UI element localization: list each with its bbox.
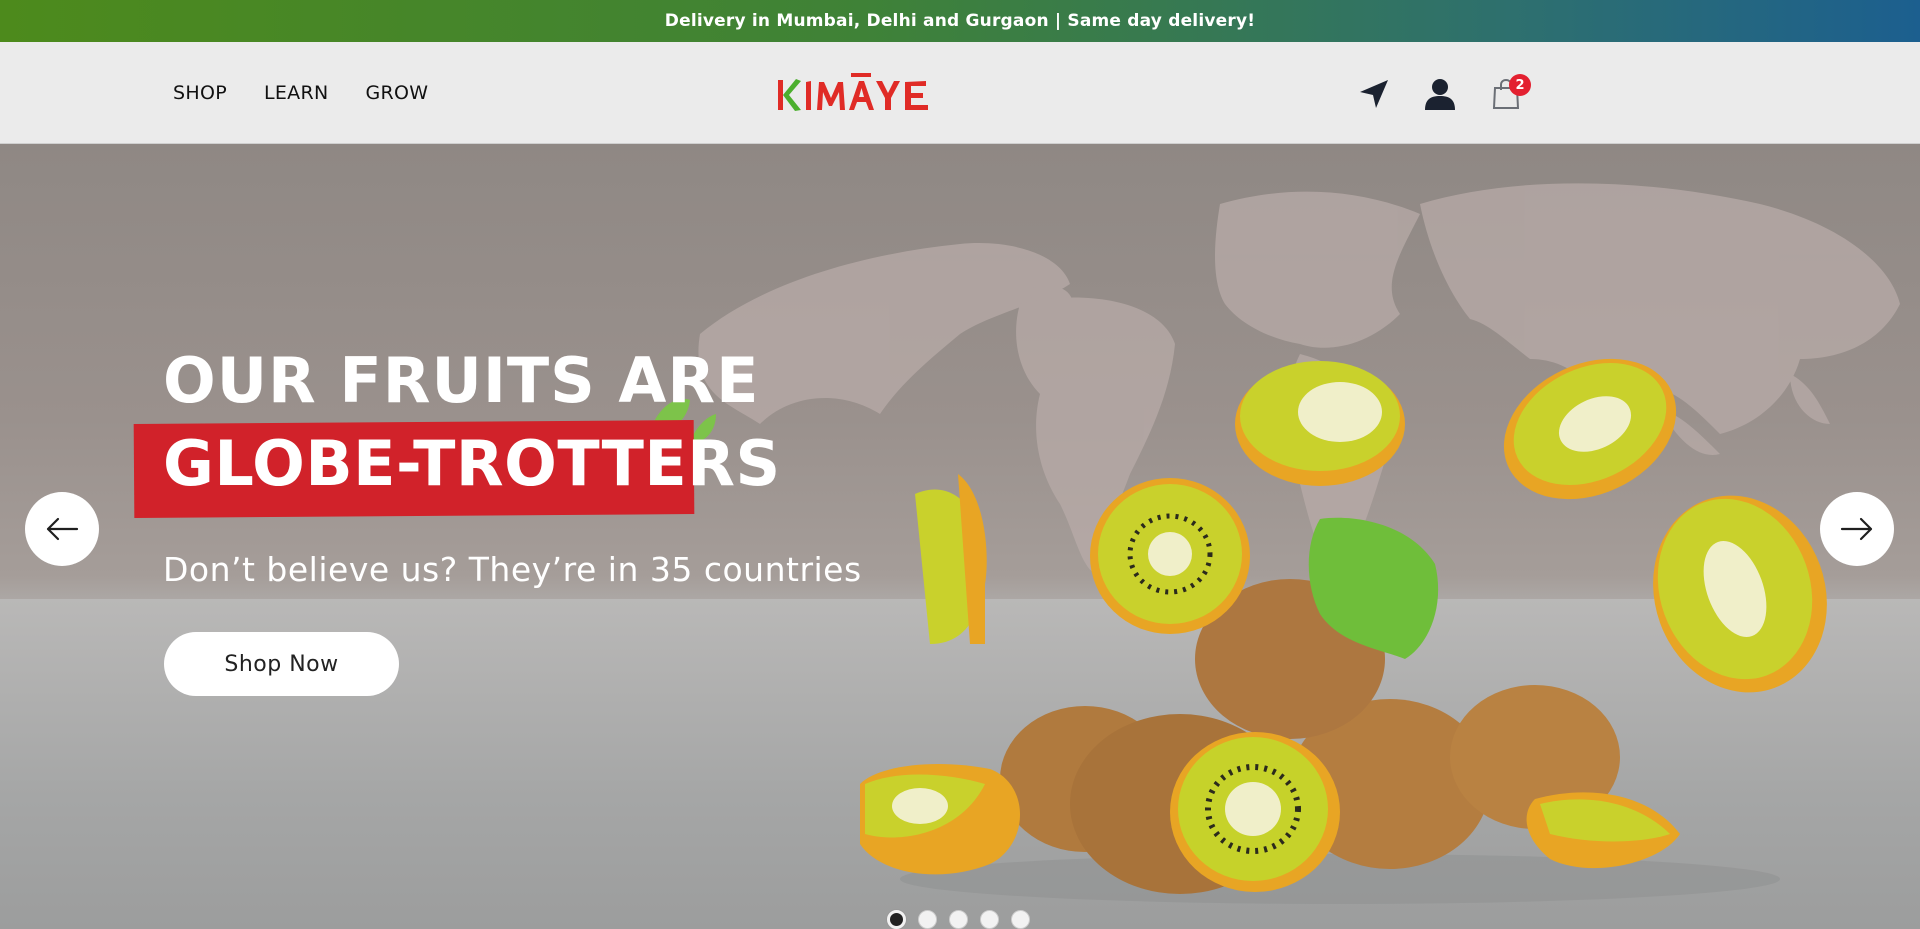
arrow-left-icon xyxy=(46,517,79,541)
kiwi-slice-floating-3 xyxy=(1235,361,1405,486)
nav-shop[interactable]: SHOP xyxy=(173,82,227,104)
user-icon[interactable] xyxy=(1421,74,1459,114)
carousel-next-button[interactable] xyxy=(1820,492,1894,566)
nav-learn[interactable]: LEARN xyxy=(264,82,329,104)
hero-banner: OUR FRUITS ARE GLOBE-TROTTERS Don’t beli… xyxy=(0,144,1920,929)
hero-headline-line1: OUR FRUITS ARE xyxy=(163,344,760,417)
nav-grow[interactable]: GROW xyxy=(365,82,428,104)
shopping-bag-icon[interactable]: 2 xyxy=(1487,74,1531,114)
carousel-dot-5[interactable] xyxy=(1011,910,1030,929)
announcement-bar: Delivery in Mumbai, Delhi and Gurgaon | … xyxy=(0,0,1920,42)
cart-count-badge: 2 xyxy=(1509,74,1531,96)
carousel-dot-3[interactable] xyxy=(949,910,968,929)
kiwi-slice-floating-1 xyxy=(1090,478,1250,634)
site-header: SHOP LEARN GROW 2 xyxy=(0,42,1920,144)
kiwi-slice-front xyxy=(1170,732,1340,892)
kiwi-slice-floating-2 xyxy=(915,474,987,644)
carousel-dots xyxy=(887,910,1030,929)
location-arrow-icon[interactable] xyxy=(1355,74,1393,114)
kimaye-logo[interactable] xyxy=(772,68,934,118)
carousel-dot-4[interactable] xyxy=(980,910,999,929)
announcement-text: Delivery in Mumbai, Delhi and Gurgaon | … xyxy=(664,11,1256,31)
carousel-dot-1[interactable] xyxy=(887,910,906,929)
kiwi-half-bottom-right xyxy=(1526,792,1680,869)
shop-now-button[interactable]: Shop Now xyxy=(164,632,399,696)
hero-subtitle: Don’t believe us? They’re in 35 countrie… xyxy=(163,550,862,589)
carousel-prev-button[interactable] xyxy=(25,492,99,566)
carousel-dot-2[interactable] xyxy=(918,910,937,929)
hero-artwork xyxy=(652,183,1900,904)
hero-headline-line2: GLOBE-TROTTERS xyxy=(163,427,781,500)
header-icons: 2 xyxy=(1355,72,1531,116)
kiwi-half-bottom-left xyxy=(860,764,1020,875)
arrow-right-icon xyxy=(1840,517,1873,541)
kiwi-slice-floating-5 xyxy=(1653,495,1827,693)
main-nav: SHOP LEARN GROW xyxy=(173,42,428,144)
